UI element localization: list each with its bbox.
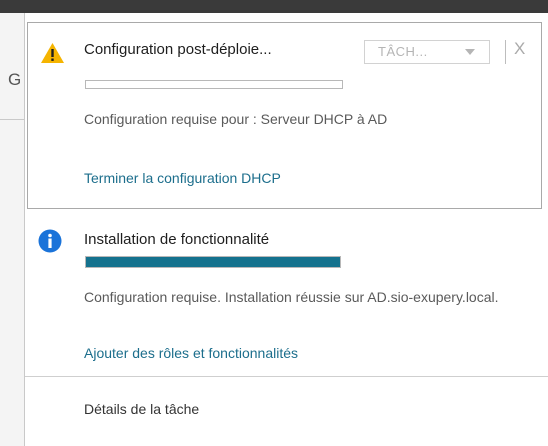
notification-description: Configuration requise. Installation réus… (84, 289, 499, 305)
notification-description: Configuration requise pour : Serveur DHC… (84, 111, 388, 127)
task-details-link[interactable]: Détails de la tâche (84, 401, 199, 417)
chevron-down-icon (465, 49, 475, 55)
add-roles-features-link[interactable]: Ajouter des rôles et fonctionnalités (84, 345, 298, 361)
notification-title: Configuration post-déploie... (84, 41, 272, 58)
progress-bar (85, 80, 343, 89)
complete-dhcp-configuration-link[interactable]: Terminer la configuration DHCP (84, 170, 281, 186)
close-icon[interactable]: X (514, 39, 525, 59)
divider (25, 376, 548, 377)
background-text-fragment: G (8, 70, 22, 89)
notification-title: Installation de fonctionnalité (84, 231, 270, 248)
info-icon (38, 229, 62, 253)
progress-bar-fill (86, 257, 340, 267)
toolbar-divider (505, 40, 506, 64)
tasks-dropdown-label: TÂCH... (378, 44, 428, 59)
progress-bar (85, 256, 341, 268)
warning-icon (41, 43, 64, 63)
background-divider (0, 119, 24, 120)
notifications-panel: Configuration post-déploie... TÂCH... X … (24, 13, 548, 446)
background-page-strip: G (0, 13, 24, 446)
tasks-dropdown[interactable]: TÂCH... (364, 40, 490, 64)
window-top-bar (0, 0, 548, 13)
